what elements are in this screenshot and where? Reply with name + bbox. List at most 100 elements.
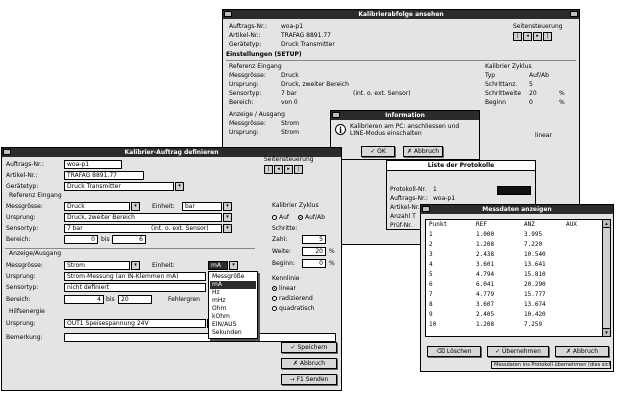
protocol-titlebar[interactable]: Liste der Protokolle [387,161,535,171]
system-menu-icon[interactable] [224,11,232,17]
geraet-dropdown-icon[interactable]: ▾ [175,182,184,191]
auftrag-label: Auftrags-Nr.: [6,161,44,168]
bereich-to-input[interactable]: 6 [112,235,146,244]
weite-input[interactable]: 20 [302,247,326,256]
loeschen-button[interactable]: ⌫ Löschen [427,346,481,357]
minimize-icon[interactable] [570,11,578,17]
sensor-select[interactable]: 7 bar (int. o. ext. Sensor) [64,224,222,233]
messgroesse-select[interactable]: Druck [64,202,130,211]
page-prev-icon[interactable]: ◂ [274,165,283,174]
aufab-radio[interactable]: Auf/Ab [298,214,325,222]
senden-button[interactable]: ⇢ F1 Senden [281,374,337,385]
einheit-option[interactable]: mA [210,281,256,289]
bereich2-to-input[interactable]: 20 [118,295,152,304]
ursprung3-select[interactable]: OUT1 Speisespannung 24V [64,319,206,328]
auf-radio[interactable]: Auf [272,214,289,222]
table-row[interactable]: 3 2.438 10.540 [426,251,610,259]
uebernehmen-button[interactable]: ✓ Übernehmen [487,346,549,357]
table-row[interactable]: 8 3.607 13.674 [426,301,610,309]
einheit2-select[interactable]: mA [208,261,228,270]
beginn-value: 0 [529,99,533,106]
page-first-icon[interactable]: | [513,32,522,41]
prot-label: Protokoll-Nr. [390,186,427,193]
einheit-select[interactable]: bar [182,202,222,211]
messg2-dropdown-icon[interactable]: ▾ [131,261,140,270]
einheit-option[interactable]: Sekunden [210,329,256,337]
system-menu-icon[interactable] [332,112,340,118]
table-row[interactable]: 10 1.208 7.259 [426,321,610,329]
zahl-input[interactable]: 5 [302,235,326,244]
radiz-radio[interactable]: radizierend [272,295,313,303]
schritte-label: Schritte: [272,225,298,232]
table-cell: 3.601 [476,261,495,268]
table-row[interactable]: 5 4.794 15.810 [426,271,610,279]
sensor2-select[interactable]: nicht definiert [64,283,206,292]
table-cell: 1.208 [476,321,495,328]
urspr2-value: Strom [281,129,300,136]
weite-label: Weite: [272,248,292,255]
einheit-option[interactable]: kOhm [210,313,256,321]
auftrag-input[interactable]: woa-p1 [64,160,122,169]
table-row[interactable]: 2 1.208 7.220 [426,241,610,249]
page-last-icon[interactable]: | [543,32,552,41]
scroll-up-icon[interactable]: ▴ [603,220,610,228]
geraet-value: Druck Transmitter [281,41,335,48]
prot-field[interactable] [497,186,531,195]
scrollbar[interactable]: ▴ ▾ [602,220,610,336]
percent-unit: % [559,90,565,97]
ok-button[interactable]: ✓ OK [361,146,395,157]
einheit-option[interactable]: Messgröße [210,273,256,281]
page-last-icon[interactable]: | [294,165,303,174]
messgroesse-label: Messgrösse: [6,203,43,210]
abbruch-label: Abbruch [413,148,440,155]
bereich2-from-input[interactable]: 4 [64,295,104,304]
sensor-note: (int. o. ext. Sensor) [353,90,411,97]
measurement-titlebar[interactable]: Messdaten anzeigen [421,205,613,214]
system-menu-icon[interactable] [3,149,11,155]
table-row[interactable]: 6 6.041 20.290 [426,281,610,289]
eingang-heading: Referenz Eingang [229,63,282,70]
einheit-option[interactable]: mHz [210,297,256,305]
urspr2-select[interactable]: Strom-Messung (an IN-Klemmen mA) [64,272,206,281]
einheit-option[interactable]: Hz [210,289,256,297]
page-first-icon[interactable]: | [264,165,273,174]
page-prev-icon[interactable]: ◂ [523,32,532,41]
info-titlebar[interactable]: Information [331,111,479,120]
speichern-button[interactable]: ✓ Speichern [281,342,337,353]
einheit-dropdown-icon[interactable]: ▾ [223,202,232,211]
ausgang-heading: Anzeige/Ausgang [9,250,62,257]
bemerkung-input[interactable] [64,333,336,342]
geraet-label: Gerätetyp: [229,41,262,48]
messg2-select[interactable]: Strom [64,261,130,270]
abbruch-button[interactable]: ✗ Abbruch [403,146,443,157]
quadr-radio[interactable]: quadratisch [272,305,315,313]
messgroesse-dropdown-icon[interactable]: ▾ [131,202,140,211]
system-menu-icon[interactable] [422,206,430,212]
beginn-input[interactable]: 0 [302,259,326,268]
page-next-icon[interactable]: ▸ [284,165,293,174]
ursprung-select[interactable]: Druck, zweiter Bereich [64,213,222,222]
linear-radio[interactable]: linear [272,285,296,293]
geraet-input[interactable]: Druck Transmitter [64,182,174,191]
table-row[interactable]: 7 4.779 15.777 [426,291,610,299]
einheit-option[interactable]: Ohm [210,305,256,313]
abbruch-button[interactable]: ✗ Abbruch [555,346,609,357]
messgroesse-label: Messgrösse: [229,72,266,79]
table-cell: 7 [429,291,433,298]
ursprung-dropdown-icon[interactable]: ▾ [223,213,232,222]
scroll-down-icon[interactable]: ▾ [603,328,610,336]
abbruch-button[interactable]: ✗ Abbruch [281,358,337,369]
cal-sequence-titlebar[interactable]: Kalibrierabfolge ansehen [223,10,579,19]
abbruch-label: Abbruch [572,348,599,355]
bereich-from-input[interactable]: 0 [64,235,98,244]
beginn-label: Beginn: [272,260,295,267]
table-row[interactable]: 1 1.000 3.995 [426,231,610,239]
sensor-value: 7 bar [281,90,297,97]
table-row[interactable]: 9 2.405 10.420 [426,311,610,319]
page-next-icon[interactable]: ▸ [533,32,542,41]
einheit2-dropdown-icon[interactable]: ▾ [229,261,238,270]
sensor-dropdown-icon[interactable]: ▾ [223,224,232,233]
table-row[interactable]: 4 3.601 13.641 [426,261,610,269]
artikel-input[interactable]: TRAFAG 8891.77 [64,171,144,180]
einheit-option[interactable]: EIN/AUS [210,321,256,329]
